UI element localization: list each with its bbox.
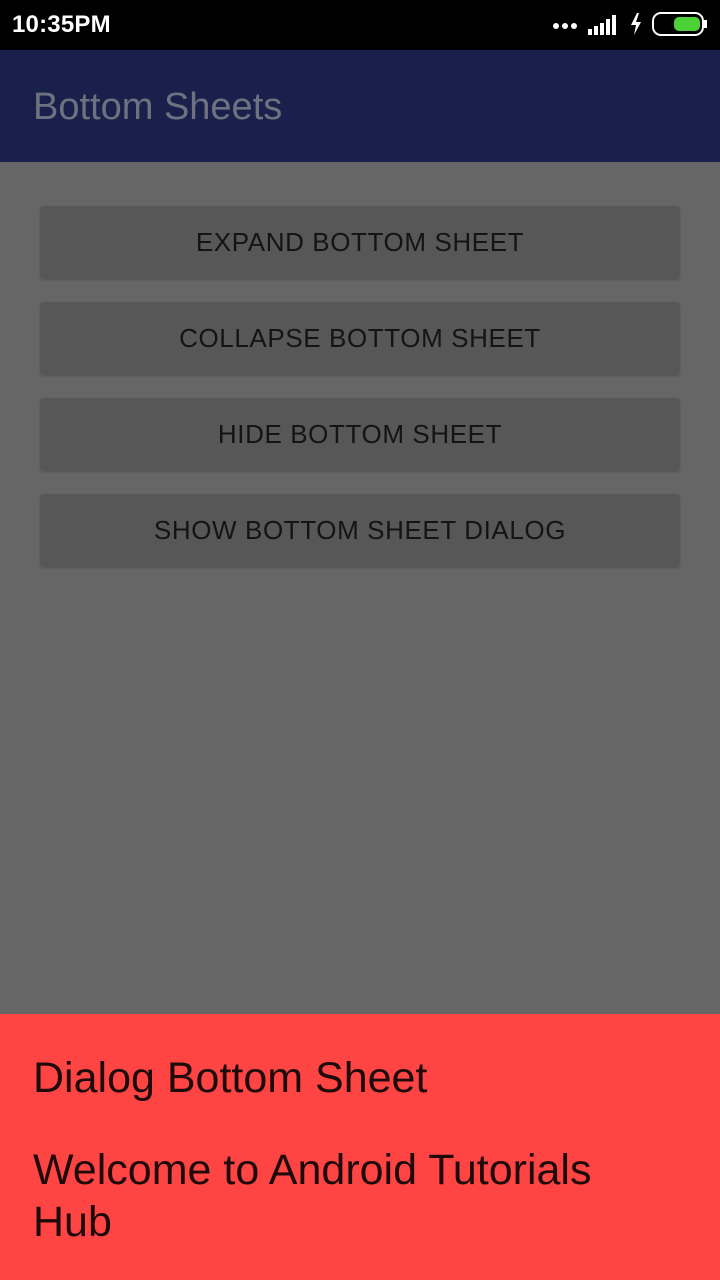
show-bottom-sheet-dialog-button[interactable]: SHOW BOTTOM SHEET DIALOG	[40, 494, 680, 566]
status-time: 10:35PM	[12, 11, 111, 38]
collapse-bottom-sheet-button[interactable]: COLLAPSE BOTTOM SHEET	[40, 302, 680, 374]
bottom-sheet-dialog[interactable]: Dialog Bottom Sheet Welcome to Android T…	[0, 1014, 720, 1280]
expand-bottom-sheet-button[interactable]: EXPAND BOTTOM SHEET	[40, 206, 680, 278]
signal-icon	[588, 13, 620, 40]
battery-icon	[652, 11, 708, 41]
charging-icon	[630, 12, 642, 40]
hide-bottom-sheet-button[interactable]: HIDE BOTTOM SHEET	[40, 398, 680, 470]
screen: 10:35PM Bottom Sheets EXPAND BOTTOM SHEE…	[0, 0, 720, 1280]
status-icons	[552, 11, 708, 41]
more-dots-icon	[552, 17, 578, 35]
app-bar: Bottom Sheets	[0, 50, 720, 162]
main-content: EXPAND BOTTOM SHEET COLLAPSE BOTTOM SHEE…	[0, 162, 720, 1014]
status-bar: 10:35PM	[0, 0, 720, 50]
app-title: Bottom Sheets	[33, 86, 283, 128]
bottom-sheet-message: Welcome to Android Tutorials Hub	[33, 1146, 592, 1246]
bottom-sheet-title: Dialog Bottom Sheet	[33, 1054, 428, 1102]
